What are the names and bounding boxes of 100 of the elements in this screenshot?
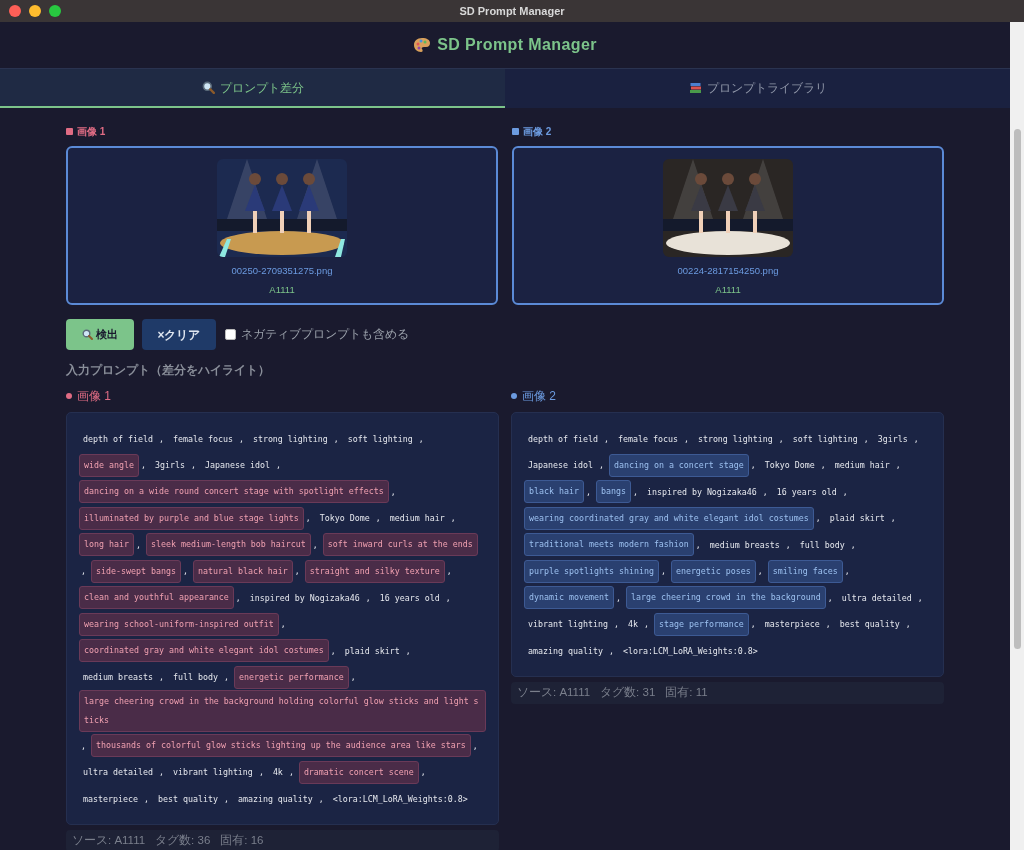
checkbox[interactable] [225, 329, 236, 340]
prompt-tag: ultra detailed [837, 584, 916, 611]
source-label: A1111 [715, 283, 741, 298]
prompt-tag: 4k [623, 611, 642, 638]
separator-text: , [471, 739, 479, 753]
prompt-tag: inspired by Nogizaka46 [245, 584, 364, 611]
separator-text: , [612, 618, 620, 632]
prompt-tag: masterpiece [760, 611, 824, 638]
image-card[interactable]: 00250-2709351275.png A1111 [66, 146, 498, 305]
separator-text: , [761, 485, 769, 499]
separator-text: , [749, 618, 757, 632]
tab[interactable]: プロンプトライブラリ [505, 69, 1010, 108]
highlighted-tag: dancing on a wide round concert stage with spotlight effects [79, 480, 389, 504]
prompt-tag: best quality [835, 611, 904, 638]
prompt-tag: strong lighting [693, 425, 777, 452]
highlighted-tag: traditional meets modern fashion [524, 533, 694, 557]
separator-text: , [642, 618, 650, 632]
prompt-tag: medium breasts [705, 531, 784, 558]
clear-button[interactable]: ×クリア [142, 319, 216, 350]
prompt-tag: 16 years old [772, 478, 841, 505]
stats-text: タグ数: 31 [600, 685, 656, 701]
separator-text: , [332, 432, 340, 446]
separator-text: , [904, 618, 912, 632]
separator-text: , [631, 485, 639, 499]
separator-text: , [607, 644, 615, 658]
section-label: 入力プロンプト（差分をハイライト） [66, 362, 271, 379]
separator-text: , [841, 485, 849, 499]
separator-text: , [784, 538, 792, 552]
highlighted-tag: purple spotlights shining [524, 559, 659, 583]
separator-text: , [157, 766, 165, 780]
separator-text: , [234, 591, 242, 605]
prompt-tag: <lora:LCM_LoRA_Weights:0.8> [618, 637, 762, 664]
separator-text: , [222, 792, 230, 806]
highlighted-tag: large cheering crowd in the background [625, 586, 826, 610]
separator-text: , [659, 565, 667, 579]
palette-icon [413, 37, 432, 53]
separator-text: , [824, 618, 832, 632]
highlighted-tag: dynamic movement [524, 586, 614, 610]
source-label: A1111 [269, 283, 295, 298]
separator-text: , [862, 432, 870, 446]
prompt-tag: best quality [153, 785, 222, 812]
stats-text: 固有: 11 [665, 685, 708, 701]
prompt-tag: Tokyo Dome [315, 505, 374, 532]
highlighted-tag: sleek medium-length bob haircut [145, 533, 311, 557]
highlighted-tag: energetic poses [670, 559, 756, 583]
close-button[interactable] [9, 5, 21, 17]
books-icon [688, 81, 702, 94]
highlighted-tag: straight and silky texture [304, 559, 445, 583]
highlighted-tag: soft inward curls at the ends [322, 533, 478, 557]
prompt-tag: inspired by Nogizaka46 [642, 478, 761, 505]
separator-text: , [80, 565, 87, 579]
prompt-tag: ultra detailed [79, 759, 157, 786]
highlighted-tag: coordinated gray and white elegant idol costumes [79, 639, 329, 663]
panel-label: 画像 2 [522, 388, 556, 406]
tab[interactable]: プロンプト差分 [0, 69, 505, 108]
separator-text: , [419, 766, 427, 780]
separator-text: , [602, 432, 610, 446]
separator-text: , [849, 538, 857, 552]
highlighted-tag: wearing school-uniform-inspired outfit [79, 612, 279, 636]
checkbox-label[interactable]: ネガティブプロンプトも含める [241, 325, 409, 344]
prompt-tag: depth of field [524, 425, 602, 452]
file-name: 00224-2817154250.png [677, 264, 779, 278]
panel-label: 画像 1 [77, 388, 111, 406]
prompt-tag: amazing quality [233, 785, 317, 812]
prompt-tag: plaid skirt [825, 505, 889, 532]
image-label: 画像 2 [523, 125, 552, 139]
highlighted-tag: natural black hair [192, 559, 293, 583]
separator-text: , [889, 512, 897, 526]
prompt-tag: strong lighting [248, 425, 332, 452]
separator-text: , [142, 792, 150, 806]
highlighted-tag: black hair [524, 480, 584, 504]
separator-text: , [311, 538, 319, 552]
highlighted-tag: stage performance [653, 612, 749, 636]
prompt-tag: female focus [168, 425, 237, 452]
separator-text: , [417, 432, 425, 446]
separator-text: , [181, 565, 189, 579]
separator-text: , [826, 591, 834, 605]
image-card[interactable]: 00224-2817154250.png A1111 [512, 146, 944, 305]
search-icon [201, 81, 215, 94]
separator-text: , [257, 766, 265, 780]
zoom-button[interactable] [49, 5, 61, 17]
prompt-tag: medium hair [385, 505, 449, 532]
detect-button[interactable]: 検出 [66, 319, 134, 350]
highlighted-tag: bangs [595, 480, 631, 504]
prompt-tag: medium hair [830, 452, 894, 479]
minimize-button[interactable] [29, 5, 41, 17]
prompt-tag: vibrant lighting [168, 759, 257, 786]
separator-text: , [694, 538, 702, 552]
separator-text: , [189, 459, 197, 473]
separator-text: , [449, 512, 457, 526]
prompt-tag: soft lighting [788, 425, 862, 452]
stats-text: タグ数: 36 [155, 833, 211, 849]
highlighted-tag: smiling faces [767, 559, 843, 583]
prompt-tag: <lora:LCM_LoRA_Weights:0.8> [328, 785, 472, 812]
separator-text: , [389, 485, 397, 499]
separator-text: , [916, 591, 924, 605]
separator-text: , [843, 565, 851, 579]
separator-text: , [287, 766, 295, 780]
separator-text: , [317, 792, 325, 806]
prompt-tag: 16 years old [375, 584, 444, 611]
